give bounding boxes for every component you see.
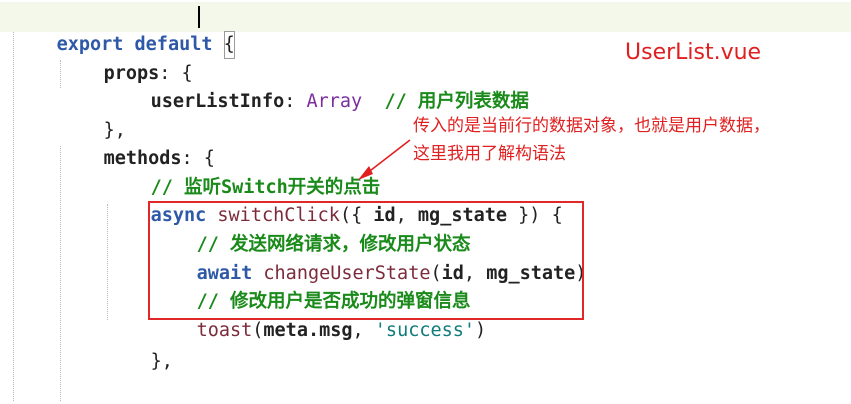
code-editor[interactable]: export default { props: { userListInfo: … — [0, 0, 851, 401]
annotation-arrow — [358, 139, 411, 180]
